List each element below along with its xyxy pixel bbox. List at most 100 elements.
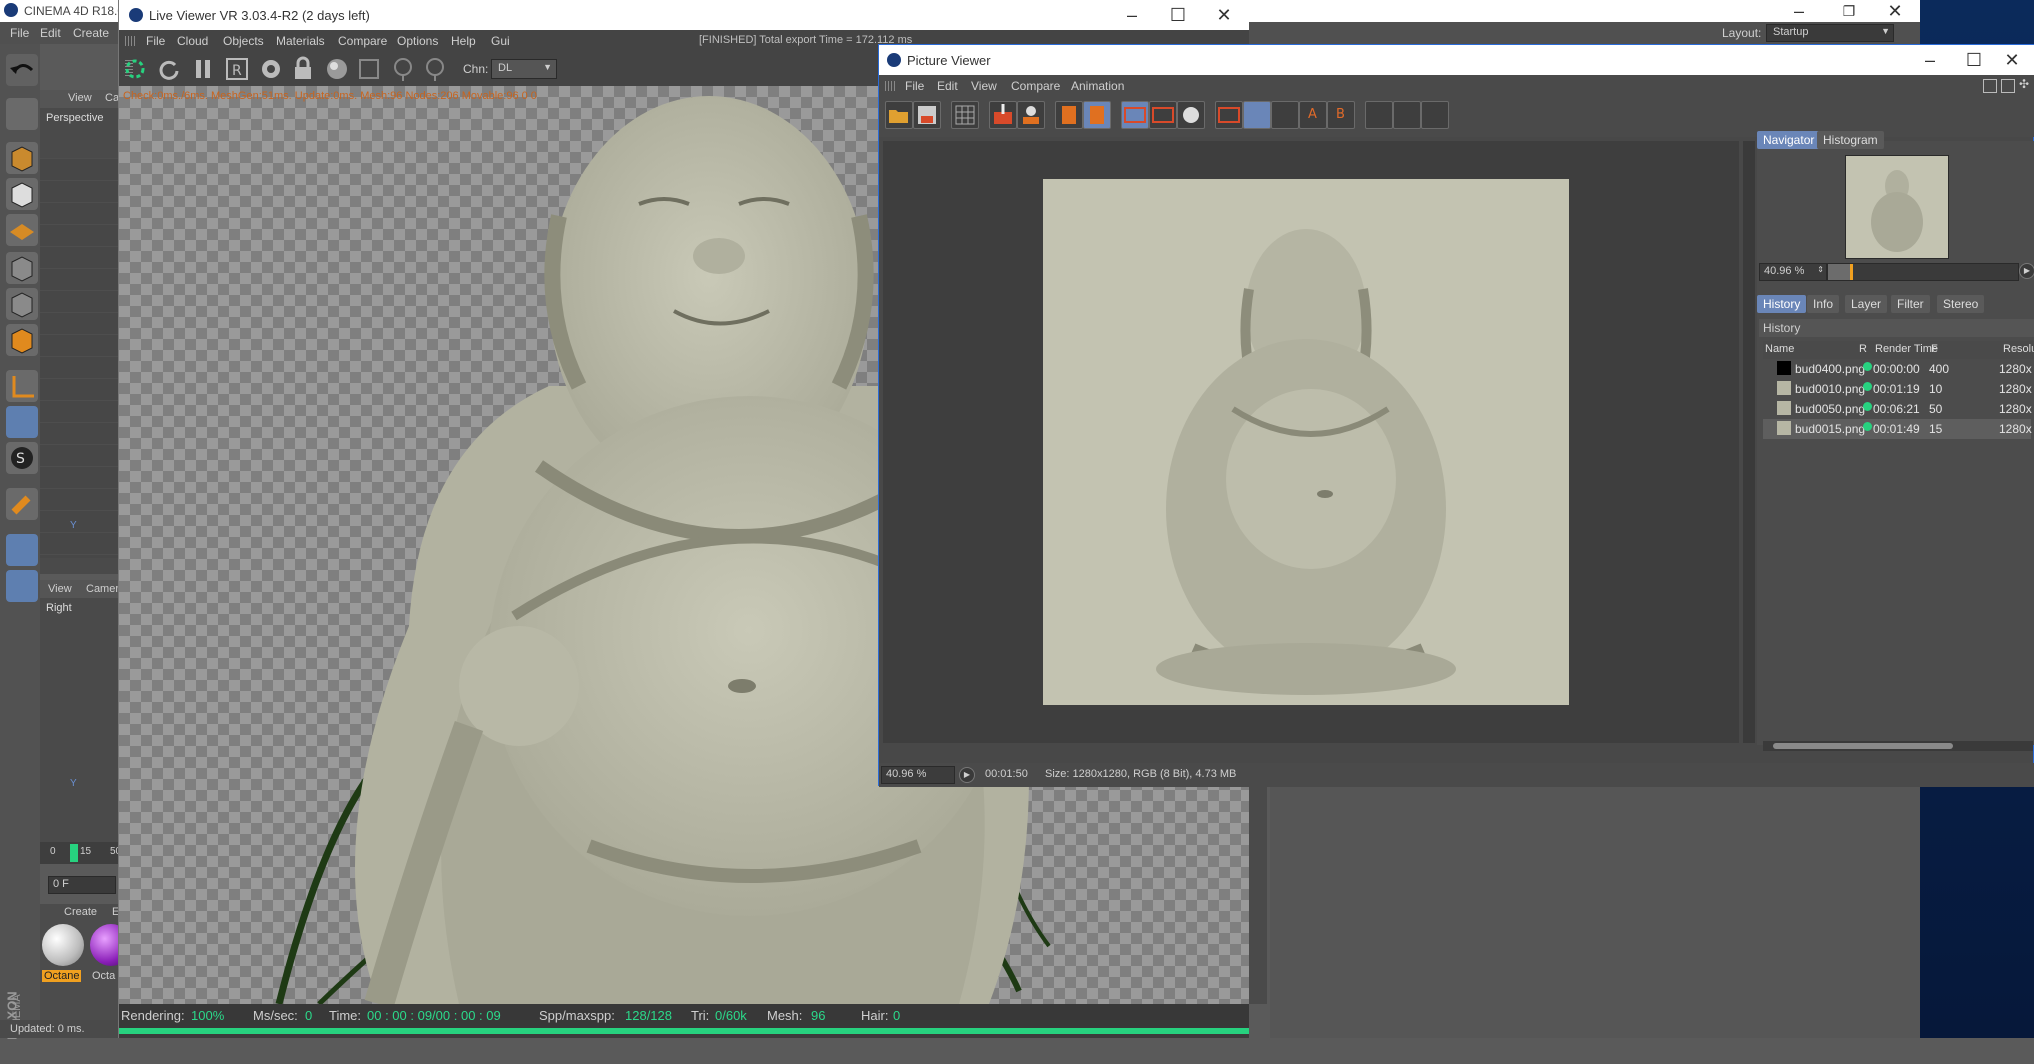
right-view-menu-view[interactable]: View — [48, 583, 72, 595]
tab-navigator[interactable]: Navigator — [1757, 131, 1821, 149]
lv-menu-objects[interactable]: Objects — [223, 34, 264, 48]
lv-menu-compare[interactable]: Compare — [338, 34, 387, 48]
pv-menu-file[interactable]: File — [905, 79, 924, 93]
lv-maximize-button[interactable]: ☐ — [1155, 0, 1201, 30]
grid-snap-icon[interactable] — [6, 570, 38, 602]
axis-icon[interactable] — [6, 370, 38, 402]
lv-menu-gui[interactable]: Gui — [491, 34, 510, 48]
grid-view-2-icon[interactable] — [1393, 101, 1421, 129]
tab-history[interactable]: History — [1757, 295, 1807, 313]
navigator-thumbnail[interactable] — [1845, 155, 1949, 259]
send-scene-icon[interactable] — [121, 55, 149, 83]
c4d-timeline[interactable]: 0 15 50 — [40, 842, 121, 864]
split-icon[interactable] — [1243, 101, 1271, 129]
edges-mode-icon[interactable] — [6, 288, 38, 320]
model-mode-icon[interactable] — [6, 98, 38, 130]
col-r[interactable]: R — [1859, 343, 1867, 355]
restart-icon[interactable] — [155, 55, 183, 83]
a-b-icon[interactable] — [1215, 101, 1243, 129]
material-menu-create[interactable]: Create — [64, 906, 97, 918]
frame-field[interactable]: 0 F — [48, 876, 116, 894]
polygons-mode-icon[interactable] — [6, 324, 38, 356]
save-icon[interactable] — [913, 101, 941, 129]
pv-move-icon[interactable]: ✣ — [2019, 77, 2029, 91]
lv-menu-file[interactable]: File — [146, 34, 165, 48]
object-mode-icon[interactable] — [6, 142, 38, 174]
grid-view-1-icon[interactable] — [1365, 101, 1393, 129]
workplane-lock-icon[interactable] — [6, 534, 38, 566]
workplane-icon[interactable] — [6, 214, 38, 246]
timeline-playhead[interactable] — [70, 844, 78, 862]
set-b-icon[interactable]: B — [1327, 101, 1355, 129]
ab-compare-icon[interactable] — [1121, 101, 1149, 129]
history-hscrollbar[interactable] — [1763, 741, 2033, 751]
clone-icon[interactable] — [1055, 101, 1083, 129]
pv-image-canvas[interactable] — [883, 141, 1739, 743]
c4d-menu-edit[interactable]: Edit — [40, 26, 61, 40]
pv-menu-compare[interactable]: Compare — [1011, 79, 1060, 93]
export-icon[interactable] — [989, 101, 1017, 129]
col-frame[interactable]: F — [1931, 343, 1938, 355]
material-ball-icon[interactable] — [323, 55, 351, 83]
lv-menu-help[interactable]: Help — [451, 34, 476, 48]
pv-new-window-icon[interactable] — [2001, 79, 2015, 93]
lv-minimize-button[interactable]: – — [1109, 0, 1155, 30]
zoom-slider-handle[interactable] — [1849, 264, 1853, 280]
right-view-menu-cameras[interactable]: Camer — [86, 583, 119, 595]
zoom-slider[interactable] — [1827, 263, 2019, 281]
pv-layout-icon[interactable] — [1983, 79, 1997, 93]
zoom-spin-icon[interactable]: ⇕ — [1817, 265, 1824, 274]
table-row[interactable]: bud0010.png 00:01:19 10 1280x — [1763, 379, 2032, 399]
tab-layer[interactable]: Layer — [1845, 295, 1888, 313]
pv-canvas-scrollbar[interactable] — [1743, 141, 1751, 743]
magnet-icon[interactable] — [6, 488, 38, 520]
tab-stereo[interactable]: Stereo — [1937, 295, 1985, 313]
c4d-menu-create[interactable]: Create — [73, 26, 109, 40]
lv-menu-options[interactable]: Options — [397, 34, 438, 48]
pv-menu-edit[interactable]: Edit — [937, 79, 958, 93]
pv-menu-animation[interactable]: Animation — [1071, 79, 1124, 93]
texture-mode-icon[interactable] — [6, 178, 38, 210]
pv-status-zoom-field[interactable]: 40.96 % — [881, 766, 955, 784]
history-hscroll-thumb[interactable] — [1773, 743, 1953, 749]
settings-gear-icon[interactable] — [257, 55, 285, 83]
split-dim-icon[interactable] — [1271, 101, 1299, 129]
channel-select[interactable]: DL ▼ — [491, 59, 557, 79]
stop-render-icon[interactable] — [1017, 101, 1045, 129]
material-octane-1[interactable] — [42, 924, 84, 966]
c4d-right-viewport[interactable]: View Camer Right Y — [40, 580, 120, 842]
lv-close-button[interactable]: ✕ — [1201, 0, 1247, 30]
snap-icon[interactable]: S — [6, 442, 38, 474]
col-render-time[interactable]: Render Time — [1875, 343, 1938, 355]
points-mode-icon[interactable] — [6, 252, 38, 284]
pick-focus-icon[interactable] — [389, 55, 417, 83]
lv-menu-cloud[interactable]: Cloud — [177, 34, 208, 48]
layout-select[interactable]: Startup ▼ — [1766, 24, 1894, 42]
c4d-menu-file[interactable]: File — [10, 26, 29, 40]
undo-icon[interactable] — [6, 54, 38, 86]
tab-info[interactable]: Info — [1807, 295, 1840, 313]
pv-menu-view[interactable]: View — [971, 79, 997, 93]
zoom-play-icon[interactable]: ▶ — [2019, 263, 2034, 279]
tweak-mode-icon[interactable] — [6, 406, 38, 438]
snapshot-icon[interactable] — [1177, 101, 1205, 129]
tab-histogram[interactable]: Histogram — [1817, 131, 1884, 149]
table-row[interactable]: bud0015.png 00:01:49 15 1280x — [1763, 419, 2032, 439]
lv-menu-materials[interactable]: Materials — [276, 34, 325, 48]
table-row[interactable]: bud0050.png 00:06:21 50 1280x — [1763, 399, 2032, 419]
pause-icon[interactable] — [189, 55, 217, 83]
col-resolution[interactable]: Resolu — [2003, 343, 2034, 355]
viewport-menu-cameras[interactable]: Ca — [105, 92, 119, 104]
film-region-icon[interactable] — [355, 55, 383, 83]
delete-icon[interactable] — [1083, 101, 1111, 129]
pick-material-icon[interactable] — [421, 55, 449, 83]
col-name[interactable]: Name — [1765, 343, 1794, 355]
open-folder-icon[interactable] — [885, 101, 913, 129]
grid-view-3-icon[interactable] — [1421, 101, 1449, 129]
set-a-icon[interactable]: A — [1299, 101, 1327, 129]
tab-filter[interactable]: Filter — [1891, 295, 1930, 313]
viewport-menu-view[interactable]: View — [68, 92, 92, 104]
region-render-icon[interactable]: R — [223, 55, 251, 83]
c4d-perspective-viewport[interactable]: View Ca Perspective Y — [40, 90, 120, 574]
zoom-field[interactable]: 40.96 % ⇕ — [1759, 263, 1827, 281]
